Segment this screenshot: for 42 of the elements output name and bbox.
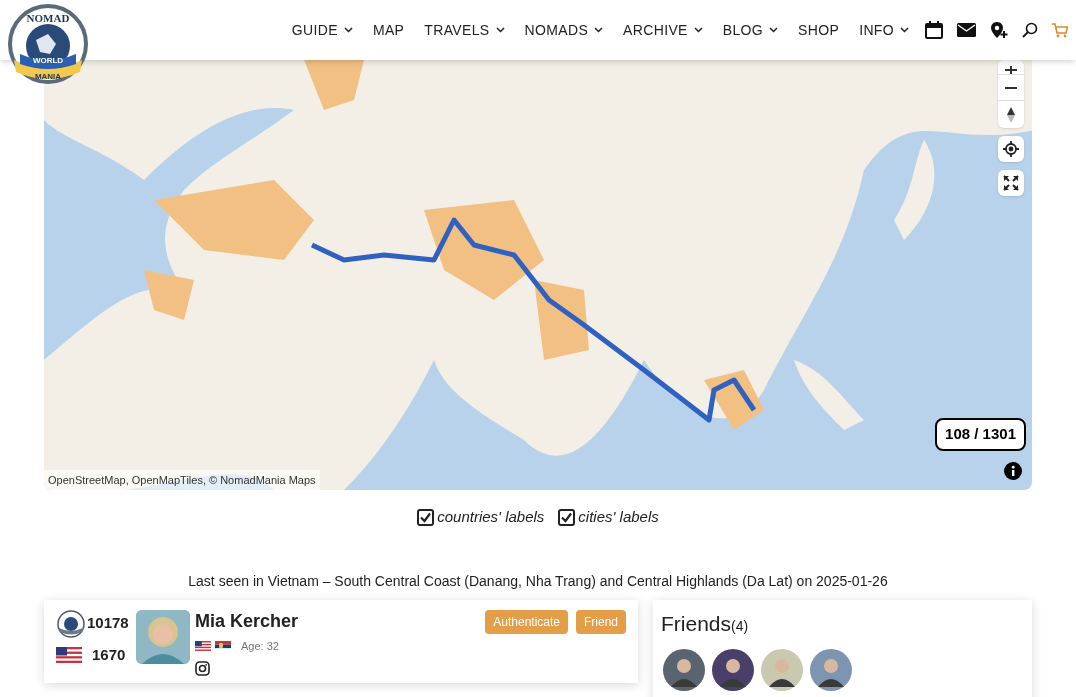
minus-icon: [1005, 86, 1017, 89]
profile-name: Mia Kercher: [195, 609, 299, 632]
cart-icon[interactable]: [1052, 22, 1068, 38]
score-value: 10178: [87, 613, 129, 634]
compass-icon: [1007, 106, 1015, 123]
locate-button[interactable]: [998, 136, 1024, 162]
friend-avatar[interactable]: [712, 649, 754, 691]
fullscreen-button[interactable]: [998, 170, 1024, 196]
age-text: Age: 32: [241, 639, 279, 654]
nav-link[interactable]: INFO: [859, 19, 909, 41]
nav-link[interactable]: SHOP: [798, 19, 840, 41]
info-icon[interactable]: [1004, 462, 1022, 480]
checkbox-label[interactable]: cities' labels: [578, 506, 659, 529]
friends-heading: Friends: [661, 610, 732, 637]
friends-count: (4): [731, 618, 749, 636]
checkbox[interactable]: [558, 508, 576, 526]
mail-icon[interactable]: [957, 23, 976, 37]
logo[interactable]: NOMAD WORLD MANIA: [6, 4, 90, 86]
logo-badge-icon: [56, 609, 86, 638]
nav-link[interactable]: ARCHIVE: [623, 19, 703, 41]
nav-link[interactable]: BLOG: [722, 19, 779, 41]
nav-link[interactable]: NOMADS: [524, 19, 604, 41]
friend-avatar[interactable]: [761, 649, 803, 691]
nav-link[interactable]: GUIDE: [291, 19, 353, 41]
checkbox[interactable]: [417, 508, 435, 526]
search-icon[interactable]: [1022, 22, 1038, 38]
calendar-icon[interactable]: [925, 21, 943, 39]
instagram-icon[interactable]: [195, 660, 210, 676]
last-seen-text: Last seen in Vietnam – South Central Coast (Danang, Nha Trang) and Central Highlands (Da Lat) on 2025-01-26: [187, 571, 889, 591]
nav-link[interactable]: MAP: [372, 19, 405, 41]
map-attribution: OpenStreetMap, OpenMapTiles, © NomadMania Maps: [44, 469, 320, 490]
plus-icon: [1005, 66, 1017, 74]
map-pin-plus-icon[interactable]: [990, 21, 1008, 39]
nav-link[interactable]: TRAVELS: [424, 19, 505, 41]
friend-avatar[interactable]: [663, 649, 705, 691]
flag-icon: [195, 641, 211, 652]
checkbox-label[interactable]: countries' labels: [437, 506, 545, 529]
friend-avatar[interactable]: [810, 649, 852, 691]
score-value: 1670: [92, 644, 126, 665]
flag-icon: [56, 646, 82, 663]
flag-icon: [215, 640, 231, 652]
country-counter: 108 / 1301: [935, 418, 1026, 451]
